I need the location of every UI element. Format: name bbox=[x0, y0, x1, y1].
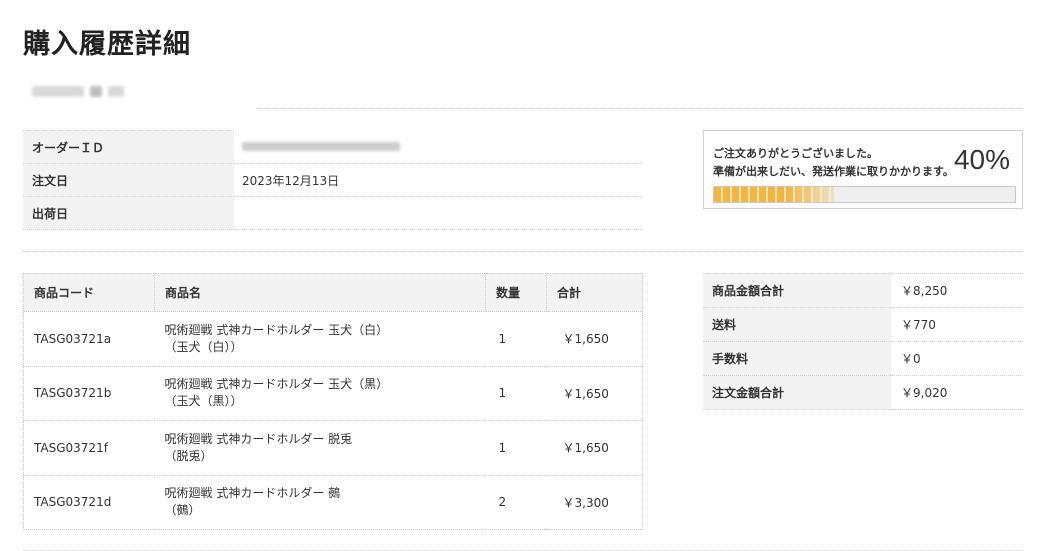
order-progress-panel: ご注文ありがとうございました。 準備が出来しだい、発送作業に取りかかります。 4… bbox=[703, 130, 1023, 209]
order-summary-table: 商品金額合計 ￥8,250 送料 ￥770 手数料 ￥0 注文金額合計 ￥9,0… bbox=[703, 273, 1023, 410]
product-name: 呪術廻戦 式神カードホルダー 脱兎 （脱兎） bbox=[154, 420, 486, 476]
product-name-line: 呪術廻戦 式神カードホルダー 玉犬（黒） bbox=[164, 377, 389, 392]
product-name-line: 呪術廻戦 式神カードホルダー 脱兎 bbox=[164, 431, 353, 446]
ship-date-value bbox=[234, 196, 643, 230]
product-name-line: 呪術廻戦 式神カードホルダー 玉犬（白） bbox=[164, 322, 389, 337]
page-title: 購入履歴詳細 bbox=[23, 29, 191, 60]
product-qty: 1 bbox=[485, 311, 547, 367]
summary-row-shipping: 送料 ￥770 bbox=[703, 307, 1023, 342]
product-total: ￥1,650 bbox=[546, 311, 643, 367]
ship-date-row: 出荷日 bbox=[23, 196, 643, 230]
progress-message: ご注文ありがとうございました。 準備が出来しだい、発送作業に取りかかります。 bbox=[713, 145, 954, 181]
product-code: TASG03721a bbox=[23, 311, 155, 367]
order-id-label: オーダーＩＤ bbox=[23, 130, 234, 164]
product-name-line: 呪術廻戦 式神カードホルダー 鵺 bbox=[164, 486, 341, 501]
shipping-label: 送料 bbox=[703, 307, 891, 342]
column-header-name: 商品名 bbox=[154, 273, 486, 312]
summary-row-fee: 手数料 ￥0 bbox=[703, 341, 1023, 376]
product-name: 呪術廻戦 式神カードホルダー 鵺 （鵺） bbox=[155, 475, 486, 530]
column-header-qty: 数量 bbox=[485, 273, 547, 312]
product-table: 商品コード 商品名 数量 合計 TASG03721a 呪術廻戦 式神カードホルダ… bbox=[23, 273, 643, 530]
order-total-label: 注文金額合計 bbox=[703, 375, 891, 410]
table-row: TASG03721a 呪術廻戦 式神カードホルダー 玉犬（白） （玉犬（白）） … bbox=[23, 311, 643, 367]
progress-bar-fill bbox=[714, 187, 835, 202]
product-code: TASG03721b bbox=[23, 366, 155, 421]
product-variant: （鵺） bbox=[164, 503, 201, 518]
divider bbox=[256, 108, 1023, 109]
product-total: ￥1,650 bbox=[546, 366, 643, 421]
order-id-redacted bbox=[242, 141, 400, 151]
product-name: 呪術廻戦 式神カードホルダー 玉犬（白） （玉犬（白）） bbox=[154, 311, 486, 367]
table-row: TASG03721b 呪術廻戦 式神カードホルダー 玉犬（黒） （玉犬（黒）） … bbox=[23, 366, 643, 421]
progress-message-line1: ご注文ありがとうございました。 bbox=[713, 147, 878, 160]
subtotal-label: 商品金額合計 bbox=[703, 273, 891, 308]
shipping-value: ￥770 bbox=[891, 307, 1023, 342]
product-qty: 2 bbox=[498, 495, 507, 510]
order-date-label: 注文日 bbox=[23, 163, 234, 197]
column-header-code: 商品コード bbox=[23, 273, 155, 312]
product-variant: （玉犬（黒）） bbox=[164, 394, 243, 409]
column-header-total: 合計 bbox=[546, 273, 643, 312]
order-info-table: オーダーＩＤ 注文日 2023年12月13日 出荷日 bbox=[23, 130, 643, 230]
divider bbox=[23, 251, 1023, 252]
order-id-row: オーダーＩＤ bbox=[23, 130, 643, 164]
order-id-value bbox=[234, 130, 643, 164]
product-variant: （脱兎） bbox=[164, 448, 213, 463]
summary-row-subtotal: 商品金額合計 ￥8,250 bbox=[703, 273, 1023, 308]
product-name: 呪術廻戦 式神カードホルダー 玉犬（黒） （玉犬（黒）） bbox=[154, 366, 486, 421]
subtotal-value: ￥8,250 bbox=[891, 273, 1023, 308]
product-total: ￥3,300 bbox=[562, 495, 609, 510]
user-name-redacted bbox=[32, 85, 124, 99]
progress-bar bbox=[713, 186, 1016, 203]
table-row: TASG03721f 呪術廻戦 式神カードホルダー 脱兎 （脱兎） 1 ￥1,6… bbox=[23, 420, 643, 476]
table-row: TASG03721d 呪術廻戦 式神カードホルダー 鵺 （鵺） 2 ￥3,300 bbox=[24, 475, 643, 530]
product-variant: （玉犬（白）） bbox=[164, 339, 243, 354]
fee-label: 手数料 bbox=[703, 341, 891, 376]
progress-percent: 40% bbox=[953, 144, 1010, 175]
product-qty: 1 bbox=[485, 420, 547, 476]
product-total: ￥1,650 bbox=[546, 420, 643, 476]
product-code: TASG03721f bbox=[23, 420, 155, 476]
order-date-row: 注文日 2023年12月13日 bbox=[23, 163, 643, 197]
product-qty: 1 bbox=[485, 366, 547, 421]
fee-value: ￥0 bbox=[891, 341, 1023, 376]
progress-message-line2: 準備が出来しだい、発送作業に取りかかります。 bbox=[713, 165, 954, 178]
order-total-value: ￥9,020 bbox=[891, 375, 1023, 410]
product-code: TASG03721d bbox=[34, 495, 112, 510]
order-date-value: 2023年12月13日 bbox=[234, 163, 643, 197]
ship-date-label: 出荷日 bbox=[23, 196, 234, 230]
summary-row-total: 注文金額合計 ￥9,020 bbox=[703, 375, 1023, 410]
product-table-header: 商品コード 商品名 数量 合計 bbox=[23, 273, 643, 312]
